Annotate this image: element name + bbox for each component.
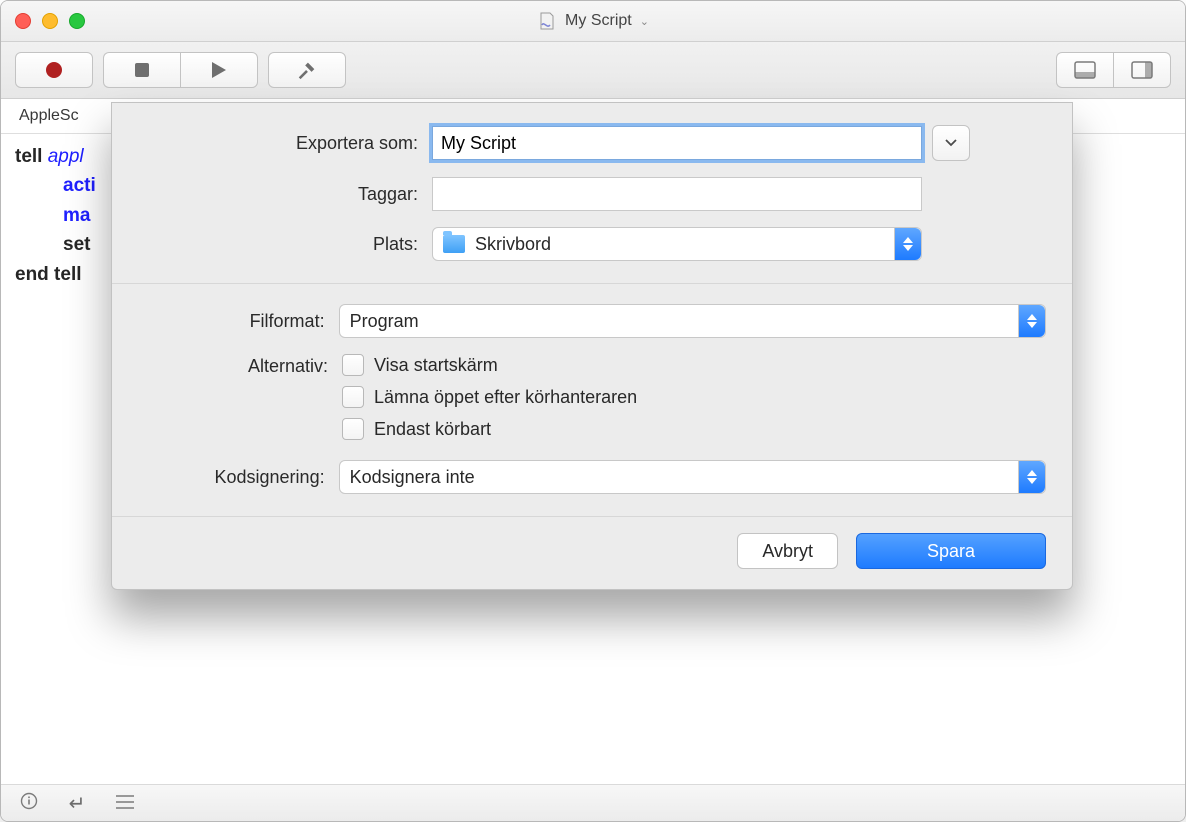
show-splash-checkbox[interactable] bbox=[342, 354, 364, 376]
list-icon[interactable] bbox=[115, 793, 135, 814]
file-format-label: Filformat: bbox=[138, 311, 339, 332]
script-document-icon bbox=[537, 11, 557, 31]
leave-open-checkbox[interactable] bbox=[342, 386, 364, 408]
code-signing-popup[interactable]: Kodsignera inte bbox=[339, 460, 1046, 494]
export-as-input[interactable] bbox=[432, 126, 922, 160]
zoom-window-button[interactable] bbox=[69, 13, 85, 29]
export-as-label: Exportera som: bbox=[138, 133, 432, 154]
window-controls bbox=[15, 13, 85, 29]
alternatives-label: Alternativ: bbox=[138, 354, 342, 377]
folder-icon bbox=[443, 235, 465, 253]
popup-stepper-icon bbox=[894, 228, 921, 260]
run-only-label: Endast körbart bbox=[374, 419, 491, 440]
location-label: Plats: bbox=[138, 234, 432, 255]
popup-stepper-icon bbox=[1018, 461, 1045, 493]
toolbar bbox=[1, 42, 1185, 99]
close-window-button[interactable] bbox=[15, 13, 31, 29]
toggle-side-pane-button[interactable] bbox=[1113, 52, 1171, 88]
save-button[interactable]: Spara bbox=[856, 533, 1046, 569]
toggle-result-pane-button[interactable] bbox=[1056, 52, 1113, 88]
run-only-checkbox[interactable] bbox=[342, 418, 364, 440]
hammer-icon bbox=[296, 59, 318, 81]
expand-browser-button[interactable] bbox=[932, 125, 970, 161]
code-keyword: tell bbox=[15, 146, 42, 167]
status-bar: ↵ bbox=[1, 784, 1185, 821]
record-button[interactable] bbox=[15, 52, 93, 88]
code-signing-value: Kodsignera inte bbox=[350, 467, 475, 488]
stop-icon bbox=[135, 63, 149, 77]
language-label: AppleSc bbox=[19, 107, 79, 125]
tags-label: Taggar: bbox=[138, 184, 432, 205]
play-icon bbox=[212, 62, 226, 78]
cancel-button[interactable]: Avbryt bbox=[737, 533, 838, 569]
return-icon[interactable]: ↵ bbox=[67, 791, 87, 816]
title-bar: My Script ⌄ bbox=[1, 1, 1185, 42]
tags-input[interactable] bbox=[432, 177, 922, 211]
popup-stepper-icon bbox=[1018, 305, 1045, 337]
title-popup-chevron-icon: ⌄ bbox=[640, 15, 649, 28]
location-popup[interactable]: Skrivbord bbox=[432, 227, 922, 261]
run-button[interactable] bbox=[180, 52, 258, 88]
location-value: Skrivbord bbox=[475, 234, 551, 255]
code-command: ma bbox=[63, 205, 90, 226]
code-app-ref: appl bbox=[48, 146, 84, 167]
side-pane-icon bbox=[1131, 61, 1153, 79]
stop-button[interactable] bbox=[103, 52, 180, 88]
minimize-window-button[interactable] bbox=[42, 13, 58, 29]
window-title: My Script bbox=[565, 12, 632, 30]
code-signing-label: Kodsignering: bbox=[138, 467, 339, 488]
leave-open-label: Lämna öppet efter körhanteraren bbox=[374, 387, 637, 408]
chevron-down-icon bbox=[945, 139, 957, 147]
build-button[interactable] bbox=[268, 52, 346, 88]
code-command: acti bbox=[63, 175, 96, 196]
bottom-pane-icon bbox=[1074, 61, 1096, 79]
code-keyword: set bbox=[63, 234, 90, 255]
info-icon[interactable] bbox=[19, 792, 39, 815]
app-window: My Script ⌄ AppleSc tell appl acti ma se… bbox=[0, 0, 1186, 822]
file-format-value: Program bbox=[350, 311, 419, 332]
file-format-popup[interactable]: Program bbox=[339, 304, 1046, 338]
show-splash-label: Visa startskärm bbox=[374, 355, 498, 376]
record-icon bbox=[46, 62, 62, 78]
code-keyword: end tell bbox=[15, 264, 82, 285]
export-sheet: Exportera som: Taggar: Plats: Skrivbord bbox=[111, 102, 1073, 590]
